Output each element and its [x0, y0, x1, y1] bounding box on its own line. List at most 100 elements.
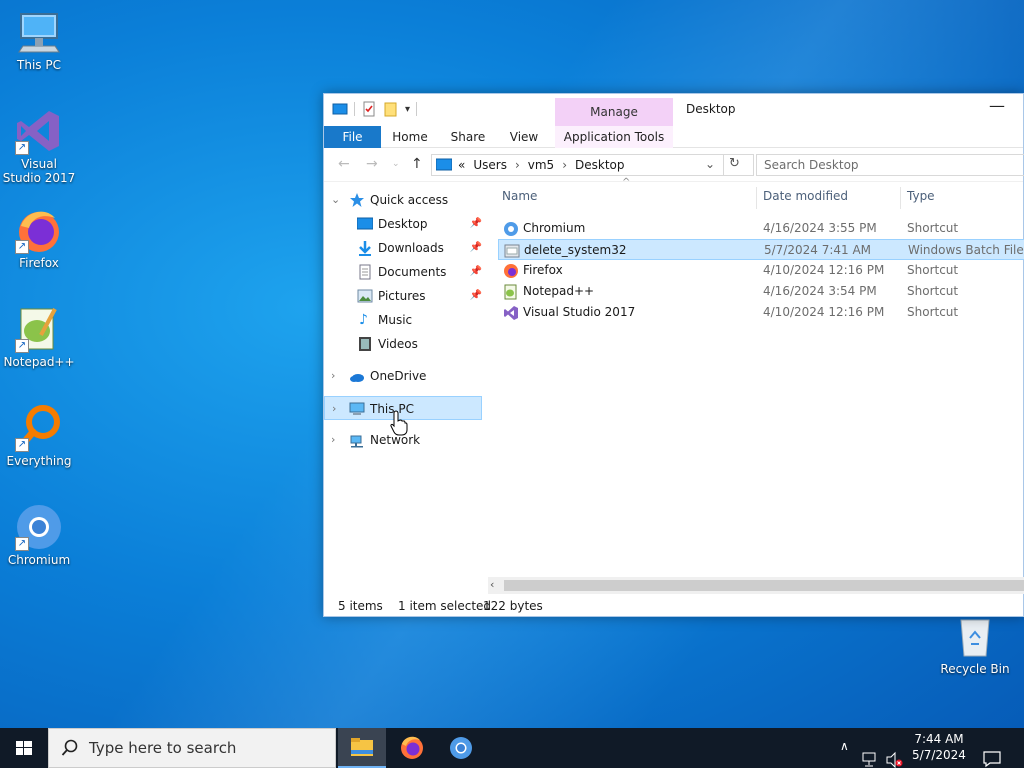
desktop-icon-label: Everything — [6, 454, 72, 468]
column-header-date[interactable]: Date modified — [763, 189, 848, 203]
file-row[interactable]: Notepad++ 4/16/2024 3:54 PM Shortcut — [498, 281, 1024, 302]
show-hidden-icons-icon[interactable]: ∧ — [840, 739, 849, 768]
pin-icon: 📌 — [469, 290, 482, 301]
file-row-selected[interactable]: delete_system32 5/7/2024 7:41 AM Windows… — [498, 239, 1024, 260]
chromium-icon: ↗ — [15, 503, 63, 551]
collapse-chevron-icon[interactable]: ⌄ — [331, 188, 343, 212]
nav-item-pictures[interactable]: Pictures 📌 — [324, 284, 482, 308]
desktop-icon-chromium[interactable]: ↗ Chromium — [1, 503, 77, 567]
status-item-count: 5 items — [338, 599, 383, 613]
tab-application-tools[interactable]: Application Tools — [555, 126, 673, 148]
column-header-name[interactable]: Name — [502, 189, 537, 203]
taskbar-file-explorer[interactable] — [338, 728, 386, 768]
scrollbar-thumb[interactable] — [504, 580, 1024, 591]
nav-item-desktop[interactable]: Desktop 📌 — [324, 212, 482, 236]
address-bar[interactable]: « Users › vm5 › Desktop ⌄ — [431, 154, 754, 176]
file-date: 4/16/2024 3:55 PM — [763, 221, 877, 235]
desktop-icon-notepadpp[interactable]: ↗ Notepad++ — [1, 305, 77, 369]
hand-cursor-icon — [390, 410, 408, 436]
desktop-icon-firefox[interactable]: ↗ Firefox — [1, 206, 77, 270]
start-button[interactable] — [0, 728, 48, 768]
nav-label: Downloads — [378, 241, 444, 255]
file-row[interactable]: Visual Studio 2017 4/10/2024 12:16 PM Sh… — [498, 302, 1024, 323]
scroll-left-icon[interactable]: ‹ — [490, 578, 494, 591]
shortcut-arrow-icon: ↗ — [15, 240, 29, 254]
column-headers: ^ Name Date modified Type — [498, 177, 1024, 211]
address-dropdown-icon[interactable]: ⌄ — [705, 157, 715, 171]
taskbar-firefox[interactable] — [388, 728, 436, 768]
nav-item-music[interactable]: ♪ Music — [324, 308, 482, 332]
firefox-icon — [401, 736, 423, 759]
nav-item-quick-access[interactable]: ⌄ Quick access — [324, 188, 482, 212]
breadcrumb-users[interactable]: Users — [473, 158, 507, 172]
nav-item-videos[interactable]: Videos — [324, 332, 482, 356]
horizontal-scrollbar[interactable]: ‹ — [488, 577, 1024, 594]
file-name: delete_system32 — [524, 243, 627, 257]
expand-chevron-icon[interactable]: › — [331, 364, 343, 388]
desktop-icon-recycle-bin[interactable]: Recycle Bin — [937, 612, 1013, 676]
star-icon — [350, 193, 364, 207]
pin-icon: 📌 — [469, 266, 482, 277]
breadcrumb-separator-icon[interactable]: › — [515, 158, 520, 172]
volume-muted-icon[interactable] — [886, 740, 904, 768]
notification-center-icon[interactable] — [982, 739, 1002, 768]
toolbar-divider — [416, 102, 418, 116]
minimize-button[interactable]: — — [985, 96, 1009, 115]
recent-locations-button[interactable]: ⌄ — [392, 159, 400, 169]
picture-icon — [357, 289, 373, 303]
navigation-pane: ⌄ Quick access Desktop 📌 Downloads 📌 Doc… — [324, 183, 488, 593]
tab-home[interactable]: Home — [388, 126, 432, 148]
system-clock[interactable]: 7:44 AM 5/7/2024 — [905, 731, 973, 763]
expand-chevron-icon[interactable]: › — [332, 397, 344, 421]
tab-file[interactable]: File — [324, 126, 381, 148]
breadcrumb-overflow[interactable]: « — [458, 158, 465, 172]
file-type: Shortcut — [907, 305, 959, 319]
nav-label: Documents — [378, 265, 447, 279]
taskbar-search-input[interactable]: Type here to search — [48, 728, 336, 768]
nav-label: OneDrive — [370, 369, 427, 383]
properties-icon[interactable] — [361, 101, 377, 117]
tab-share[interactable]: Share — [446, 126, 490, 148]
nav-label: Quick access — [370, 193, 449, 207]
back-button[interactable]: ← — [338, 156, 350, 172]
shortcut-arrow-icon: ↗ — [15, 537, 29, 551]
nav-item-downloads[interactable]: Downloads 📌 — [324, 236, 482, 260]
breadcrumb-separator-icon[interactable]: › — [562, 158, 567, 172]
file-date: 5/7/2024 7:41 AM — [764, 243, 872, 257]
title-bar[interactable]: ▾ Manage Desktop — — [324, 94, 1023, 126]
file-row[interactable]: Chromium 4/16/2024 3:55 PM Shortcut — [498, 218, 1024, 239]
nav-label: Pictures — [378, 289, 426, 303]
nav-label: Videos — [378, 337, 418, 351]
file-date: 4/10/2024 12:16 PM — [763, 305, 885, 319]
tab-manage[interactable]: Manage — [555, 98, 673, 126]
navigation-bar: ← → ⌄ ↑ « Users › vm5 › Desktop ⌄ ↻ Sear… — [324, 148, 1024, 182]
column-divider[interactable] — [756, 187, 757, 209]
firefox-icon — [504, 264, 518, 278]
breadcrumb-desktop[interactable]: Desktop — [575, 158, 625, 172]
column-divider[interactable] — [900, 187, 901, 209]
column-header-type[interactable]: Type — [907, 189, 935, 203]
file-explorer-window[interactable]: ▾ Manage Desktop — File Home Share View … — [323, 93, 1024, 617]
quick-access-toolbar: ▾ — [332, 101, 418, 117]
file-row[interactable]: Firefox 4/10/2024 12:16 PM Shortcut — [498, 260, 1024, 281]
search-input[interactable]: Search Desktop — [756, 154, 1024, 176]
tab-view[interactable]: View — [504, 126, 544, 148]
breadcrumb-vm5[interactable]: vm5 — [528, 158, 554, 172]
desktop-icon-this-pc[interactable]: This PC — [1, 8, 77, 72]
customize-toolbar-icon[interactable]: ▾ — [405, 104, 410, 115]
up-button[interactable]: ↑ — [411, 156, 423, 172]
file-date: 4/10/2024 12:16 PM — [763, 263, 885, 277]
forward-button[interactable]: → — [366, 156, 378, 172]
taskbar-chromium[interactable] — [437, 728, 485, 768]
desktop-icon-visual-studio[interactable]: ↗ Visual Studio 2017 — [1, 107, 77, 185]
desktop-icon-everything[interactable]: ↗ Everything — [1, 404, 77, 468]
refresh-button[interactable]: ↻ — [723, 154, 745, 176]
window-icon — [332, 103, 348, 115]
new-folder-icon[interactable] — [383, 101, 399, 117]
nav-item-onedrive[interactable]: › OneDrive — [324, 364, 482, 388]
video-icon — [359, 337, 371, 351]
file-type: Shortcut — [907, 284, 959, 298]
nav-item-documents[interactable]: Documents 📌 — [324, 260, 482, 284]
expand-chevron-icon[interactable]: › — [331, 428, 343, 452]
network-status-icon[interactable] — [862, 740, 880, 768]
